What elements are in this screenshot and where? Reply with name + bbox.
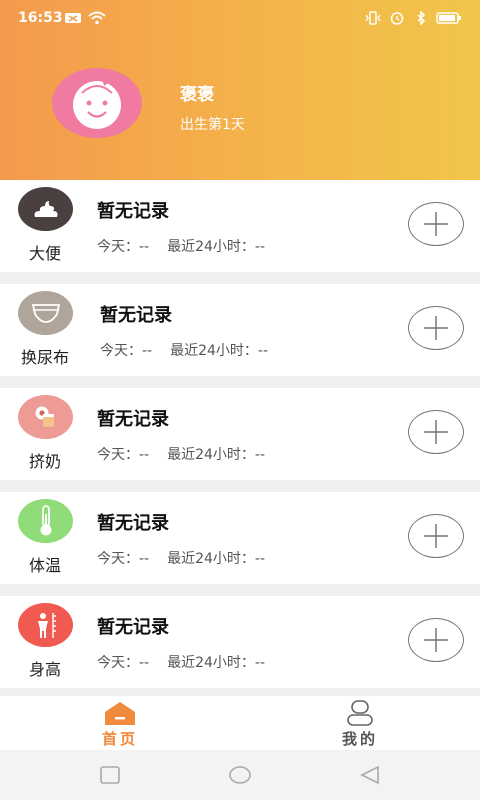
home-nav-icon[interactable]: [228, 764, 252, 786]
notification-icon: [65, 13, 81, 23]
add-record-button[interactable]: [408, 514, 464, 558]
recent-24h-stat: 最近24小时：--: [170, 343, 269, 359]
record-card-diaper[interactable]: 换尿布 暂无记录 今天：-- 最近24小时：--: [0, 284, 480, 376]
record-title: 暂无记录: [97, 201, 169, 222]
record-card-pumping[interactable]: 挤奶 暂无记录 今天：-- 最近24小时：--: [0, 388, 480, 480]
status-bar: 16:53: [0, 0, 480, 36]
record-title: 暂无记录: [97, 513, 169, 534]
tab-label: 首页: [101, 730, 138, 748]
recent-24h-stat: 最近24小时：--: [167, 655, 266, 671]
add-record-button[interactable]: [408, 306, 464, 350]
record-card-poop[interactable]: 大便 暂无记录 今天：-- 最近24小时：--: [0, 180, 480, 272]
diaper-icon: [18, 291, 73, 335]
plus-icon: [424, 316, 448, 340]
recent-apps-icon[interactable]: [98, 764, 122, 786]
recent-24h-stat: 最近24小时：--: [167, 447, 266, 463]
today-stat: 今天：--: [97, 551, 150, 567]
breast-pump-icon: [18, 395, 73, 439]
alarm-icon: [390, 12, 404, 25]
back-icon[interactable]: [358, 764, 382, 786]
today-stat: 今天：--: [97, 447, 150, 463]
profile-header: 16:53 褒褒 出生第1天: [0, 0, 480, 180]
record-card-height[interactable]: 身高 暂无记录 今天：-- 最近24小时：--: [0, 596, 480, 688]
bottom-tab-bar: 首页 我的: [0, 696, 480, 750]
add-record-button[interactable]: [408, 618, 464, 662]
poop-icon: [18, 187, 73, 231]
vibrate-icon: [365, 11, 381, 25]
record-label: 身高: [28, 660, 61, 679]
record-label: 体温: [28, 556, 61, 575]
height-icon: [18, 603, 73, 647]
baby-name: 褒褒: [180, 85, 214, 105]
record-label: 大便: [28, 244, 61, 263]
bluetooth-icon: [417, 11, 426, 25]
wifi-icon: [88, 11, 106, 25]
status-time: 16:53: [18, 10, 63, 26]
record-title: 暂无记录: [97, 617, 169, 638]
plus-icon: [424, 212, 448, 236]
record-label: 换尿布: [20, 348, 69, 367]
home-icon: [105, 702, 135, 725]
record-title: 暂无记录: [97, 409, 169, 430]
thermometer-icon: [18, 499, 73, 543]
plus-icon: [424, 420, 448, 444]
baby-age: 出生第1天: [180, 117, 245, 133]
plus-icon: [424, 628, 448, 652]
record-card-temperature[interactable]: 体温 暂无记录 今天：-- 最近24小时：--: [0, 492, 480, 584]
profile-icon: [347, 700, 373, 726]
baby-avatar[interactable]: [52, 68, 142, 138]
today-stat: 今天：--: [97, 239, 150, 255]
add-record-button[interactable]: [408, 410, 464, 454]
today-stat: 今天：--: [100, 343, 153, 359]
plus-icon: [424, 524, 448, 548]
battery-icon: [436, 12, 461, 24]
tab-home[interactable]: 首页: [0, 696, 240, 750]
add-record-button[interactable]: [408, 202, 464, 246]
system-nav-bar: [0, 750, 480, 800]
recent-24h-stat: 最近24小时：--: [167, 551, 266, 567]
recent-24h-stat: 最近24小时：--: [167, 239, 266, 255]
today-stat: 今天：--: [97, 655, 150, 671]
baby-face-icon: [73, 77, 121, 129]
record-label: 挤奶: [28, 452, 61, 471]
tab-profile[interactable]: 我的: [240, 696, 480, 750]
record-title: 暂无记录: [100, 305, 172, 326]
tab-label: 我的: [341, 730, 378, 748]
